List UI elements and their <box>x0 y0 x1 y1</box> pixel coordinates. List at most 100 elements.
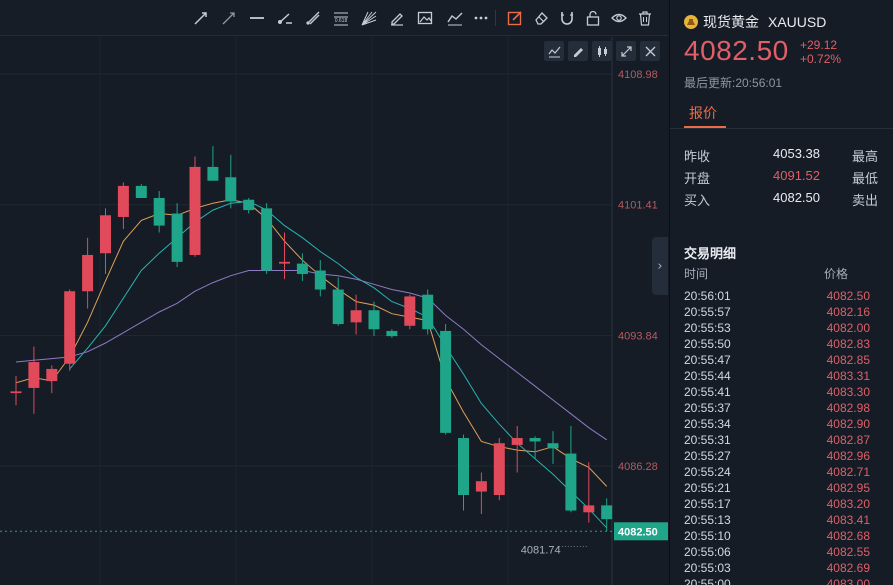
change-percent: +0.72% <box>800 52 842 66</box>
chart-area[interactable]: 4108.98 4101.41 4093.84 4086.28 4082.50 4081.… <box>0 37 668 585</box>
trade-time: 20:55:24 <box>684 465 731 479</box>
draw-icon[interactable] <box>568 41 588 61</box>
candle <box>261 203 273 274</box>
quote-value: 4082.50 <box>773 190 820 205</box>
candle <box>28 346 40 414</box>
candle-body <box>440 330 452 433</box>
candle <box>475 472 487 515</box>
candle <box>440 324 452 435</box>
trade-time: 20:55:50 <box>684 337 731 351</box>
indicator-icon[interactable] <box>544 41 564 61</box>
candle-body <box>350 310 362 323</box>
price-change: +29.12 +0.72% <box>800 38 841 66</box>
trade-time: 20:55:44 <box>684 369 731 383</box>
trade-row: 20:55:50 4082.83 <box>684 336 884 352</box>
candle <box>207 146 219 181</box>
quote-label: 开盘 <box>684 171 711 186</box>
drawing-toolbar: 0.618 <box>0 0 668 36</box>
last-updated: 最后更新:20:56:01 <box>684 76 783 90</box>
quote-panel: 现货黄金 XAUUSD 4082.50 +29.12 +0.72% 最后更新:2… <box>669 0 893 585</box>
quote-label: 昨收 <box>684 149 711 164</box>
quote-value: 4091.52 <box>773 168 820 183</box>
candle-body <box>547 443 559 449</box>
quote-row: 开盘 4091.52 最低 <box>684 168 893 188</box>
candle <box>100 208 111 274</box>
trade-row: 20:55:06 4082.55 <box>684 544 884 560</box>
trash-icon[interactable] <box>636 9 654 27</box>
trade-time: 20:55:03 <box>684 561 731 575</box>
trade-time: 20:55:53 <box>684 321 731 335</box>
trade-time: 20:55:34 <box>684 417 731 431</box>
candlestick-chart[interactable]: 4108.98 4101.41 4093.84 4086.28 4082.50 4081.… <box>0 37 668 585</box>
trend-line-icon[interactable] <box>192 9 210 27</box>
candle-body <box>207 166 219 181</box>
trade-time: 20:55:31 <box>684 433 731 447</box>
quote-label-secondary: 卖出 <box>852 193 879 208</box>
eraser-icon[interactable] <box>532 9 550 27</box>
candle <box>350 294 362 335</box>
candle <box>386 329 398 338</box>
candle-body <box>314 270 326 290</box>
fib-retracement-icon[interactable]: 0.618 <box>332 9 350 27</box>
candle-body <box>153 197 165 226</box>
horizontal-line-icon[interactable] <box>248 9 266 27</box>
col-price-header: 价格 <box>824 267 849 281</box>
fib-fan-icon[interactable] <box>360 9 378 27</box>
picture-icon[interactable] <box>416 9 434 27</box>
candle-body <box>171 213 183 262</box>
candle-body <box>10 391 22 394</box>
path-icon[interactable] <box>446 9 464 27</box>
trade-row: 20:55:57 4082.16 <box>684 304 884 320</box>
tab-quote[interactable]: 报价 <box>689 103 717 123</box>
candle-type-icon[interactable] <box>592 41 612 61</box>
lock-icon[interactable] <box>584 9 602 27</box>
trade-time: 20:55:06 <box>684 545 731 559</box>
candle-body <box>46 368 58 382</box>
trade-price: 4082.71 <box>826 465 870 479</box>
symbol-code: XAUUSD <box>768 14 827 30</box>
candle-body <box>135 185 147 198</box>
more-icon[interactable] <box>472 9 490 27</box>
candle-body <box>583 505 595 513</box>
collapse-panel-button[interactable]: › <box>652 237 668 295</box>
info-line-icon[interactable] <box>276 9 294 27</box>
price-tick-label: 4108.98 <box>618 69 658 81</box>
edit-icon[interactable] <box>506 9 524 27</box>
trade-price: 4082.83 <box>826 337 870 351</box>
trade-row: 20:55:13 4083.41 <box>684 512 884 528</box>
candle-body <box>100 215 111 254</box>
trades-title: 交易明细 <box>684 246 737 261</box>
trade-price: 4083.41 <box>826 513 870 527</box>
brush-icon[interactable] <box>388 9 406 27</box>
candle <box>10 375 22 406</box>
magnet-icon[interactable] <box>558 9 576 27</box>
trade-row: 20:55:47 4082.85 <box>684 352 884 368</box>
price-tick-label: 4093.84 <box>618 330 658 342</box>
candle-body <box>28 362 40 388</box>
fullscreen-icon[interactable] <box>616 41 636 61</box>
trade-price: 4082.96 <box>826 449 870 463</box>
candle-body <box>386 330 398 337</box>
trade-time: 20:55:37 <box>684 401 731 415</box>
ray-icon[interactable] <box>220 9 238 27</box>
close-icon[interactable] <box>640 41 660 61</box>
trade-time: 20:55:00 <box>684 577 731 585</box>
trade-row: 20:55:27 4082.96 <box>684 448 884 464</box>
candle <box>404 294 416 330</box>
chevron-right-icon: › <box>657 258 663 274</box>
candle <box>547 431 559 464</box>
candle <box>117 182 129 230</box>
trade-price: 4083.00 <box>826 577 870 585</box>
trade-row: 20:55:44 4083.31 <box>684 368 884 384</box>
candle <box>135 184 147 198</box>
trade-time: 20:55:57 <box>684 305 731 319</box>
trade-time: 20:56:01 <box>684 289 731 303</box>
candle-body <box>64 291 76 364</box>
change-value: +29.12 <box>800 38 838 52</box>
trade-price: 4082.55 <box>826 545 870 559</box>
candle <box>243 197 255 214</box>
low-price-label: 4081.74 <box>521 544 561 556</box>
eye-icon[interactable] <box>610 9 628 27</box>
trade-price: 4082.87 <box>826 433 870 447</box>
parallel-channel-icon[interactable] <box>304 9 322 27</box>
